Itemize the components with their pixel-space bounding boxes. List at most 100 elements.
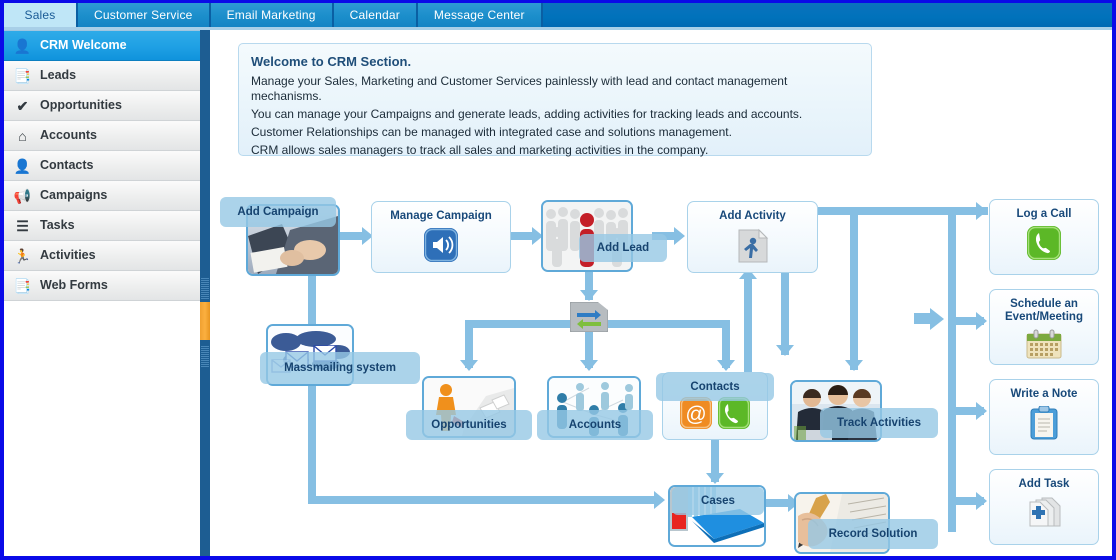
sidebar-item-tasks[interactable]: ☰ Tasks bbox=[4, 211, 200, 241]
list-lines-icon: ☰ bbox=[16, 217, 29, 234]
connector-left-down bbox=[308, 268, 316, 504]
arrowhead-bus-to-schedule bbox=[976, 312, 987, 330]
sidebar-item-accounts[interactable]: ⌂ Accounts bbox=[4, 121, 200, 151]
node-record-solution[interactable] bbox=[794, 492, 890, 554]
connector-campaign-to-manage bbox=[340, 232, 362, 240]
connector-lead-to-activity bbox=[652, 232, 674, 240]
sidebar-item-accounts-label: Accounts bbox=[40, 128, 97, 143]
arrowhead-contacts-to-cases bbox=[706, 473, 724, 484]
node-add-lead[interactable] bbox=[541, 200, 633, 272]
sidebar-item-tasks-label: Tasks bbox=[40, 218, 75, 233]
node-convert-badge[interactable] bbox=[569, 301, 609, 333]
sidebar-item-campaigns[interactable]: 📢 Campaigns bbox=[4, 181, 200, 211]
arrowhead-convert-to-opportunities bbox=[460, 360, 478, 371]
tab-email-marketing-label: Email Marketing bbox=[226, 8, 316, 22]
sidebar-item-opportunities[interactable]: ✔ Opportunities bbox=[4, 91, 200, 121]
connector-left-to-cases bbox=[308, 496, 658, 504]
tab-customer-service-label: Customer Service bbox=[94, 8, 193, 22]
walking-person-page-icon bbox=[737, 228, 769, 264]
arrowhead-lead-down bbox=[580, 290, 598, 301]
network-people-photo bbox=[549, 378, 639, 436]
node-log-a-call[interactable]: Log a Call bbox=[989, 199, 1099, 275]
node-add-campaign[interactable] bbox=[246, 204, 340, 276]
arrowhead-bus-to-note bbox=[976, 402, 987, 420]
node-manage-campaign[interactable]: Manage Campaign bbox=[371, 201, 511, 273]
add-pages-plus-icon bbox=[1026, 496, 1062, 528]
node-add-task[interactable]: Add Task bbox=[989, 469, 1099, 545]
tab-message-center-label: Message Center bbox=[433, 8, 525, 22]
sidebar-item-crm-welcome[interactable]: 👤 CRM Welcome bbox=[4, 31, 200, 61]
sidebar-item-contacts[interactable]: 👤 Contacts bbox=[4, 151, 200, 181]
node-write-a-note-label: Write a Note bbox=[1010, 388, 1078, 400]
svg-text:@: @ bbox=[685, 403, 706, 426]
crowd-red-figure-photo bbox=[543, 202, 631, 270]
node-massmailing-system[interactable] bbox=[266, 324, 354, 386]
checkmark-icon: ✔ bbox=[16, 97, 29, 114]
crm-app-window: Sales Customer Service Email Marketing C… bbox=[0, 0, 1116, 560]
node-schedule-event-meeting[interactable]: Schedule an Event/Meeting bbox=[989, 289, 1099, 365]
sidebar-item-campaigns-label: Campaigns bbox=[40, 188, 108, 203]
arrowhead-activity-to-logcall bbox=[976, 202, 987, 220]
node-add-task-label: Add Task bbox=[1018, 478, 1070, 490]
person-bust-icon: 👤 bbox=[13, 157, 32, 174]
at-sign-and-phone-icon: @ bbox=[680, 397, 750, 431]
tab-sales[interactable]: Sales bbox=[4, 3, 78, 27]
sidebar-item-leads-label: Leads bbox=[40, 68, 77, 83]
welcome-title: Welcome to CRM Section. bbox=[251, 54, 412, 69]
green-phone-icon bbox=[1027, 226, 1061, 260]
sidebar-item-activities[interactable]: 🏃 Activities bbox=[4, 241, 200, 271]
welcome-line-2: You can manage your Campaigns and genera… bbox=[251, 107, 803, 121]
connector-manage-to-lead bbox=[510, 232, 532, 240]
blue-book-folder-photo bbox=[670, 487, 764, 545]
arrowhead-convert-to-contacts bbox=[717, 360, 735, 371]
sidebar-item-contacts-label: Contacts bbox=[40, 158, 94, 173]
scrollbar-thumb[interactable] bbox=[200, 302, 210, 340]
arrowhead-bus-to-task bbox=[976, 492, 987, 510]
connector-activity-right bbox=[818, 207, 988, 215]
tab-email-marketing[interactable]: Email Marketing bbox=[210, 3, 334, 27]
welcome-panel: Welcome to CRM Section. Manage your Sale… bbox=[238, 43, 872, 157]
arrowhead-floating-to-schedule bbox=[930, 308, 944, 330]
node-opportunities[interactable] bbox=[422, 376, 516, 438]
convert-exchange-arrows-icon bbox=[569, 301, 609, 333]
main-content: Welcome to CRM Section. Manage your Sale… bbox=[210, 30, 1112, 556]
tab-calendar-label: Calendar bbox=[349, 8, 400, 22]
tab-customer-service[interactable]: Customer Service bbox=[78, 3, 211, 27]
sidebar-empty-area bbox=[4, 301, 200, 501]
sidebar-item-activities-label: Activities bbox=[40, 248, 96, 263]
tab-bar-filler bbox=[543, 3, 1112, 27]
welcome-line-4: CRM allows sales managers to track all s… bbox=[251, 143, 709, 157]
node-write-a-note[interactable]: Write a Note bbox=[989, 379, 1099, 455]
arrowhead-to-track-activities bbox=[845, 360, 863, 371]
tab-calendar[interactable]: Calendar bbox=[333, 3, 418, 27]
sidebar-item-leads[interactable]: 📑 Leads bbox=[4, 61, 200, 91]
tab-list: Sales Customer Service Email Marketing C… bbox=[4, 3, 1112, 27]
arrowhead-activity-column bbox=[776, 345, 794, 356]
node-add-activity[interactable]: Add Activity bbox=[687, 201, 818, 273]
megaphone-speaker-icon bbox=[424, 228, 458, 262]
world-envelopes-photo bbox=[268, 326, 352, 384]
scrollbar-grip-bottom bbox=[201, 346, 209, 368]
node-manage-campaign-label: Manage Campaign bbox=[390, 210, 492, 222]
tab-message-center[interactable]: Message Center bbox=[417, 3, 543, 27]
sidebar-item-web-forms[interactable]: 📑 Web Forms bbox=[4, 271, 200, 301]
node-track-activities[interactable] bbox=[790, 380, 882, 442]
node-log-a-call-label: Log a Call bbox=[1016, 208, 1072, 220]
sidebar-scrollbar[interactable] bbox=[200, 30, 210, 556]
house-icon: ⌂ bbox=[18, 127, 27, 144]
arrowhead-convert-to-accounts bbox=[580, 360, 598, 371]
node-cases[interactable] bbox=[668, 485, 766, 547]
user-card-icon: 👤 bbox=[13, 37, 32, 54]
node-schedule-event-meeting-label: Schedule an Event/Meeting bbox=[1005, 298, 1083, 323]
node-accounts[interactable] bbox=[547, 376, 641, 438]
connector-right-bus bbox=[948, 207, 956, 532]
clipboard-note-icon bbox=[1030, 406, 1058, 440]
form-pages-icon: 📑 bbox=[13, 277, 32, 294]
megaphone-icon: 📢 bbox=[13, 187, 32, 204]
orange-figure-chart-photo bbox=[424, 378, 514, 436]
connector-contacts-up-to-activity bbox=[744, 278, 752, 378]
top-tab-bar: Sales Customer Service Email Marketing C… bbox=[4, 0, 1112, 27]
node-contacts[interactable]: @ bbox=[662, 372, 768, 440]
scrollbar-grip-top bbox=[201, 278, 209, 300]
welcome-line-1: Manage your Sales, Marketing and Custome… bbox=[251, 74, 788, 103]
